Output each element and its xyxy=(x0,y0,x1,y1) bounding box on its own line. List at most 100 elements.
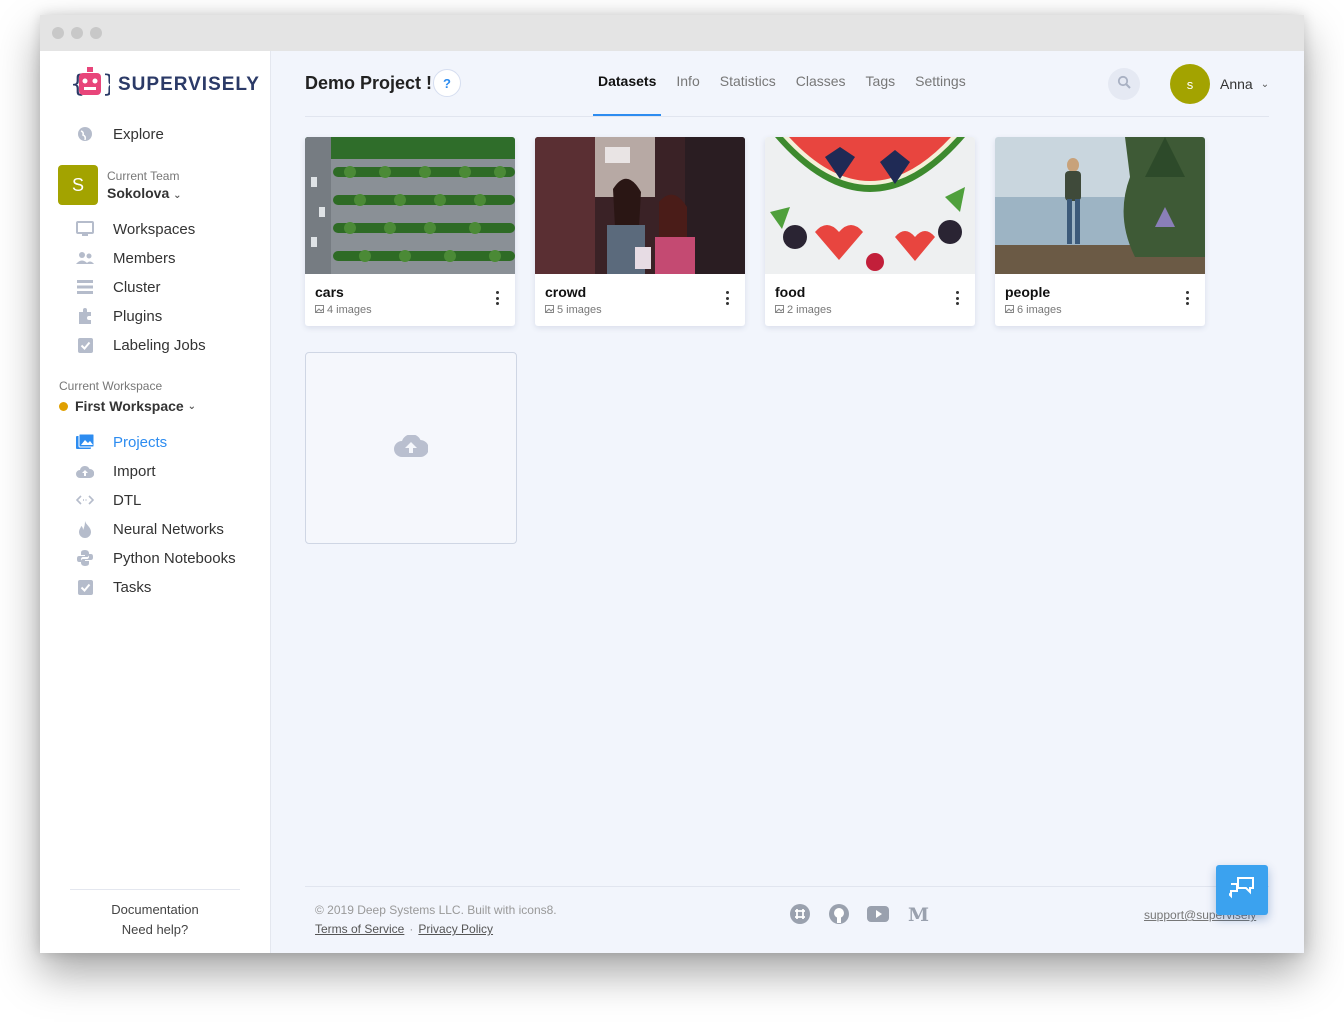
terms-link[interactable]: Terms of Service xyxy=(315,922,404,936)
sidebar-item-label: Neural Networks xyxy=(113,520,224,538)
sidebar-item-cluster[interactable]: Cluster xyxy=(76,276,161,298)
dataset-name[interactable]: people xyxy=(1005,284,1050,300)
tab-classes[interactable]: Classes xyxy=(796,73,846,115)
chevron-down-icon: ⌄ xyxy=(1260,78,1270,90)
sidebar: { } SUPERVISELY Explore S Current Team xyxy=(40,51,271,953)
sidebar-item-members[interactable]: Members xyxy=(76,247,176,269)
tab-datasets[interactable]: Datasets xyxy=(592,73,662,116)
more-vertical-icon[interactable] xyxy=(955,291,959,305)
sidebar-item-neural-networks[interactable]: Neural Networks xyxy=(76,518,224,540)
brand-logo[interactable]: { } SUPERVISELY xyxy=(70,65,260,106)
dataset-thumbnail[interactable] xyxy=(305,137,515,274)
sidebar-item-projects[interactable]: Projects xyxy=(76,431,167,453)
sidebar-item-label: Members xyxy=(113,249,176,267)
people-icon xyxy=(76,249,94,267)
dataset-thumbnail[interactable] xyxy=(765,137,975,274)
team-switcher[interactable]: S Current Team Sokolova ⌄ xyxy=(58,165,182,205)
sidebar-item-python-notebooks[interactable]: Python Notebooks xyxy=(76,547,236,569)
project-tabs: Datasets Info Statistics Classes Tags Se… xyxy=(592,73,986,116)
dataset-name[interactable]: food xyxy=(775,284,805,300)
sidebar-item-label: Explore xyxy=(113,125,164,143)
sidebar-item-label: Import xyxy=(113,462,156,480)
footer-links: Terms of Service · Privacy Policy xyxy=(315,922,494,936)
sidebar-item-plugins[interactable]: Plugins xyxy=(76,305,162,327)
image-icon xyxy=(1005,304,1014,316)
tab-settings[interactable]: Settings xyxy=(915,73,966,115)
chat-button[interactable] xyxy=(1216,865,1268,915)
browser-window: { } SUPERVISELY Explore S Current Team xyxy=(40,15,1304,953)
dataset-image-count: 2 images xyxy=(775,304,832,316)
image-icon xyxy=(775,304,784,316)
puzzle-icon xyxy=(76,307,94,325)
search-button[interactable] xyxy=(1108,68,1140,100)
team-name: Sokolova ⌄ xyxy=(107,185,182,201)
dataset-image-count: 5 images xyxy=(545,304,602,316)
footer-divider xyxy=(305,886,1269,887)
upload-dataset-dropzone[interactable] xyxy=(305,352,517,544)
help-button[interactable]: ? xyxy=(433,69,461,97)
workspace-status-dot xyxy=(59,401,68,411)
cloud-upload-icon xyxy=(394,433,429,462)
tab-statistics[interactable]: Statistics xyxy=(720,73,776,115)
sidebar-divider xyxy=(70,889,240,890)
search-icon xyxy=(1117,75,1131,94)
dataset-name[interactable]: crowd xyxy=(545,284,586,300)
more-vertical-icon[interactable] xyxy=(725,291,729,305)
current-team-label: Current Team xyxy=(107,169,180,183)
page-title: Demo Project ! xyxy=(305,73,433,93)
dataset-thumbnail[interactable] xyxy=(535,137,745,274)
dataset-card-cars[interactable]: cars 4 images xyxy=(305,137,515,326)
sidebar-item-tasks[interactable]: Tasks xyxy=(76,576,151,598)
sidebar-item-label: Cluster xyxy=(113,278,161,296)
python-icon xyxy=(76,549,94,567)
dataset-name[interactable]: cars xyxy=(315,284,344,300)
sidebar-item-import[interactable]: Import xyxy=(76,460,156,482)
globe-icon xyxy=(76,125,94,143)
chevron-down-icon: ⌄ xyxy=(187,400,197,412)
sidebar-item-dtl[interactable]: DTL xyxy=(76,489,141,511)
dataset-image-count: 4 images xyxy=(315,304,372,316)
dataset-card-crowd[interactable]: crowd 5 images xyxy=(535,137,745,326)
window-close-dot[interactable] xyxy=(52,27,64,39)
workspace-name: First Workspace xyxy=(75,398,184,414)
youtube-icon[interactable] xyxy=(867,903,889,925)
robot-logo-icon: { } xyxy=(70,65,117,106)
dataset-card-food[interactable]: food 2 images xyxy=(765,137,975,326)
sidebar-item-labeling-jobs[interactable]: Labeling Jobs xyxy=(76,334,206,356)
more-vertical-icon[interactable] xyxy=(1185,291,1189,305)
tab-info[interactable]: Info xyxy=(676,73,699,115)
window-maximize-dot[interactable] xyxy=(90,27,102,39)
slack-icon[interactable] xyxy=(789,903,811,925)
monitor-icon xyxy=(76,220,94,238)
sidebar-item-explore[interactable]: Explore xyxy=(76,123,164,145)
server-list-icon xyxy=(76,278,94,296)
chat-bubbles-icon xyxy=(1227,876,1255,905)
header-divider xyxy=(305,116,1269,117)
documentation-link[interactable]: Documentation xyxy=(40,902,270,917)
sidebar-item-label: Plugins xyxy=(113,307,163,325)
sidebar-item-label: Projects xyxy=(113,433,168,451)
help-link[interactable]: Need help? xyxy=(40,922,270,937)
flame-icon xyxy=(76,520,94,538)
copyright-text: © 2019 Deep Systems LLC. Built with icon… xyxy=(315,903,557,917)
sidebar-item-label: Labeling Jobs xyxy=(113,336,206,354)
team-avatar: S xyxy=(58,165,98,205)
workspace-switcher[interactable]: First Workspace ⌄ xyxy=(59,398,196,414)
sidebar-item-workspaces[interactable]: Workspaces xyxy=(76,218,195,240)
medium-icon[interactable]: M xyxy=(907,903,929,925)
code-arrows-icon xyxy=(76,491,94,509)
window-minimize-dot[interactable] xyxy=(71,27,83,39)
dataset-card-people[interactable]: people 6 images xyxy=(995,137,1205,326)
sidebar-item-label: Workspaces xyxy=(113,220,196,238)
user-avatar[interactable]: s xyxy=(1170,64,1210,104)
check-square-icon xyxy=(76,578,94,596)
more-vertical-icon[interactable] xyxy=(495,291,499,305)
chevron-down-icon: ⌄ xyxy=(173,190,182,201)
cloud-upload-icon xyxy=(76,462,94,480)
user-menu[interactable]: Anna ⌄ xyxy=(1220,76,1269,92)
image-icon xyxy=(545,304,554,316)
privacy-link[interactable]: Privacy Policy xyxy=(418,922,493,936)
github-icon[interactable] xyxy=(828,903,850,925)
tab-tags[interactable]: Tags xyxy=(866,73,896,115)
dataset-thumbnail[interactable] xyxy=(995,137,1205,274)
